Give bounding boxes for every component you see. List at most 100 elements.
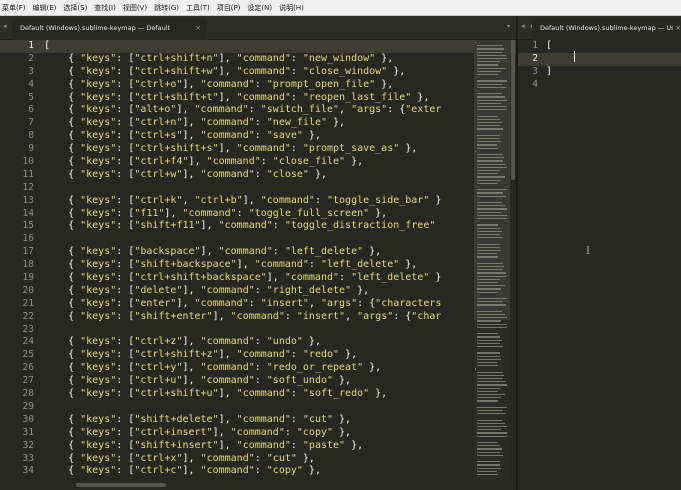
menu-item[interactable]: 编辑(E)	[33, 3, 57, 13]
menu-item[interactable]: 视图(V)	[123, 3, 147, 13]
menu-item[interactable]: 跳转(G)	[154, 3, 179, 13]
minimap-line	[477, 435, 507, 437]
minimap-line	[477, 58, 507, 60]
tab-user-keymap[interactable]: Default (Windows).sublime-keymap — User …	[532, 19, 681, 40]
line-number: 10	[22, 156, 34, 168]
code-line: { "keys": ["shift+enter"], "command": "i…	[44, 310, 442, 322]
code-line: { "keys": ["ctrl+shift+backspace"], "com…	[44, 272, 442, 284]
minimap-line	[477, 86, 507, 88]
minimap-line	[477, 358, 501, 360]
minimap-line	[477, 355, 500, 357]
minimap-line	[477, 470, 498, 472]
minimap-line	[477, 118, 501, 120]
mouse-ibeam-icon: I	[586, 246, 590, 257]
vertical-scrollbar[interactable]	[511, 40, 515, 180]
minimap-line	[477, 282, 498, 284]
minimap-line	[477, 352, 500, 354]
minimap-line	[477, 256, 498, 258]
line-number: 24	[22, 336, 34, 348]
tab-default-keymap[interactable]: Default (Windows).sublime-keymap — Defau…	[12, 19, 207, 40]
minimap-line	[477, 304, 507, 306]
code-line: { "keys": ["ctrl+shift+n"], "command": "…	[44, 52, 394, 64]
code-line: { "keys": ["ctrl+shift+u"], "command": "…	[44, 388, 388, 400]
minimap-line	[477, 67, 505, 69]
minimap-line	[477, 214, 507, 216]
code-line: { "keys": ["ctrl+insert"], "command": "c…	[44, 426, 352, 438]
minimap-line	[477, 384, 507, 386]
menu-item[interactable]: 设定(N)	[247, 3, 272, 13]
line-number-gutter: 1234	[518, 40, 542, 490]
minimap-line	[477, 48, 504, 50]
minimap-line	[477, 445, 501, 447]
minimap-line	[477, 205, 505, 207]
line-number: 4	[28, 78, 34, 90]
minimap-line	[477, 429, 502, 431]
line-number: 5	[28, 91, 34, 103]
minimap-line	[477, 192, 503, 194]
code-area[interactable]: []	[546, 40, 676, 490]
line-number: 2	[28, 52, 34, 64]
minimap-line	[477, 51, 504, 53]
close-icon[interactable]: ×	[675, 24, 681, 32]
minimap-line	[477, 410, 503, 412]
minimap-line	[477, 406, 507, 408]
menu-item[interactable]: 查找(I)	[94, 3, 116, 13]
menu-item[interactable]: 工具(T)	[186, 3, 210, 13]
minimap-line	[477, 122, 503, 124]
minimap-line	[477, 320, 502, 322]
left-tab-bar: ◂ ▸ Default (Windows).sublime-keymap — D…	[0, 16, 516, 40]
close-icon[interactable]: ×	[195, 24, 201, 32]
minimap-line	[477, 182, 499, 184]
code-area[interactable]: [ { "keys": ["ctrl+shift+n"], "command":…	[44, 40, 474, 490]
minimap-line	[477, 96, 505, 98]
menu-item[interactable]: 项目(P)	[217, 3, 241, 13]
code-line: { "keys": ["ctrl+x"], "command": "cut" }…	[44, 452, 315, 464]
editor-pane-default[interactable]: 1 2 3 4 5 6 7 8 9 10 11 12 13 14 15 16 17 18 19 20 21 22 23 24 2…	[0, 40, 516, 490]
minimap-line	[477, 362, 498, 364]
editor-pane-user[interactable]: 1234 []	[518, 40, 681, 490]
minimap-line	[477, 253, 498, 255]
line-number: 25	[22, 349, 34, 361]
code-line: { "keys": ["backspace"], "command": "lef…	[44, 246, 382, 258]
minimap-line	[477, 173, 498, 175]
minimap-line	[477, 333, 498, 335]
minimap-line	[477, 269, 504, 271]
minimap-line	[477, 125, 500, 127]
minimap-line	[477, 134, 500, 136]
minimap-line	[477, 227, 501, 229]
minimap-line	[477, 234, 500, 236]
minimap-line	[477, 448, 503, 450]
code-line: { "keys": ["ctrl+y"], "command": "redo_o…	[44, 362, 382, 374]
code-line: { "keys": ["ctrl+c"], "command": "copy" …	[44, 465, 321, 477]
horizontal-scrollbar[interactable]	[76, 483, 166, 487]
line-number: 23	[22, 323, 34, 335]
minimap-line	[477, 230, 503, 232]
minimap[interactable]	[474, 40, 510, 480]
code-line: { "keys": ["alt+o"], "command": "switch_…	[44, 104, 442, 116]
minimap-line	[477, 195, 507, 197]
minimap-line	[477, 128, 503, 130]
line-number: 34	[22, 465, 34, 477]
line-number: 1	[28, 40, 34, 51]
line-number: 27	[22, 375, 34, 387]
code-line: [	[44, 40, 51, 51]
minimap-line	[477, 218, 507, 220]
minimap-line	[477, 301, 503, 303]
line-number: 1	[532, 40, 538, 51]
minimap-line	[477, 387, 500, 389]
menu-item[interactable]: 菜单(F)	[2, 3, 26, 13]
menu-item[interactable]: 选择(S)	[63, 3, 87, 13]
minimap-line	[477, 166, 507, 168]
menu-item[interactable]: 说明(H)	[279, 3, 304, 13]
minimap-line	[477, 99, 507, 101]
minimap-line	[477, 422, 505, 424]
minimap-line	[477, 339, 503, 341]
minimap-line	[477, 272, 506, 274]
minimap-line	[477, 291, 499, 293]
chevron-down-icon[interactable]: ▾	[507, 23, 510, 30]
minimap-line	[477, 64, 498, 66]
